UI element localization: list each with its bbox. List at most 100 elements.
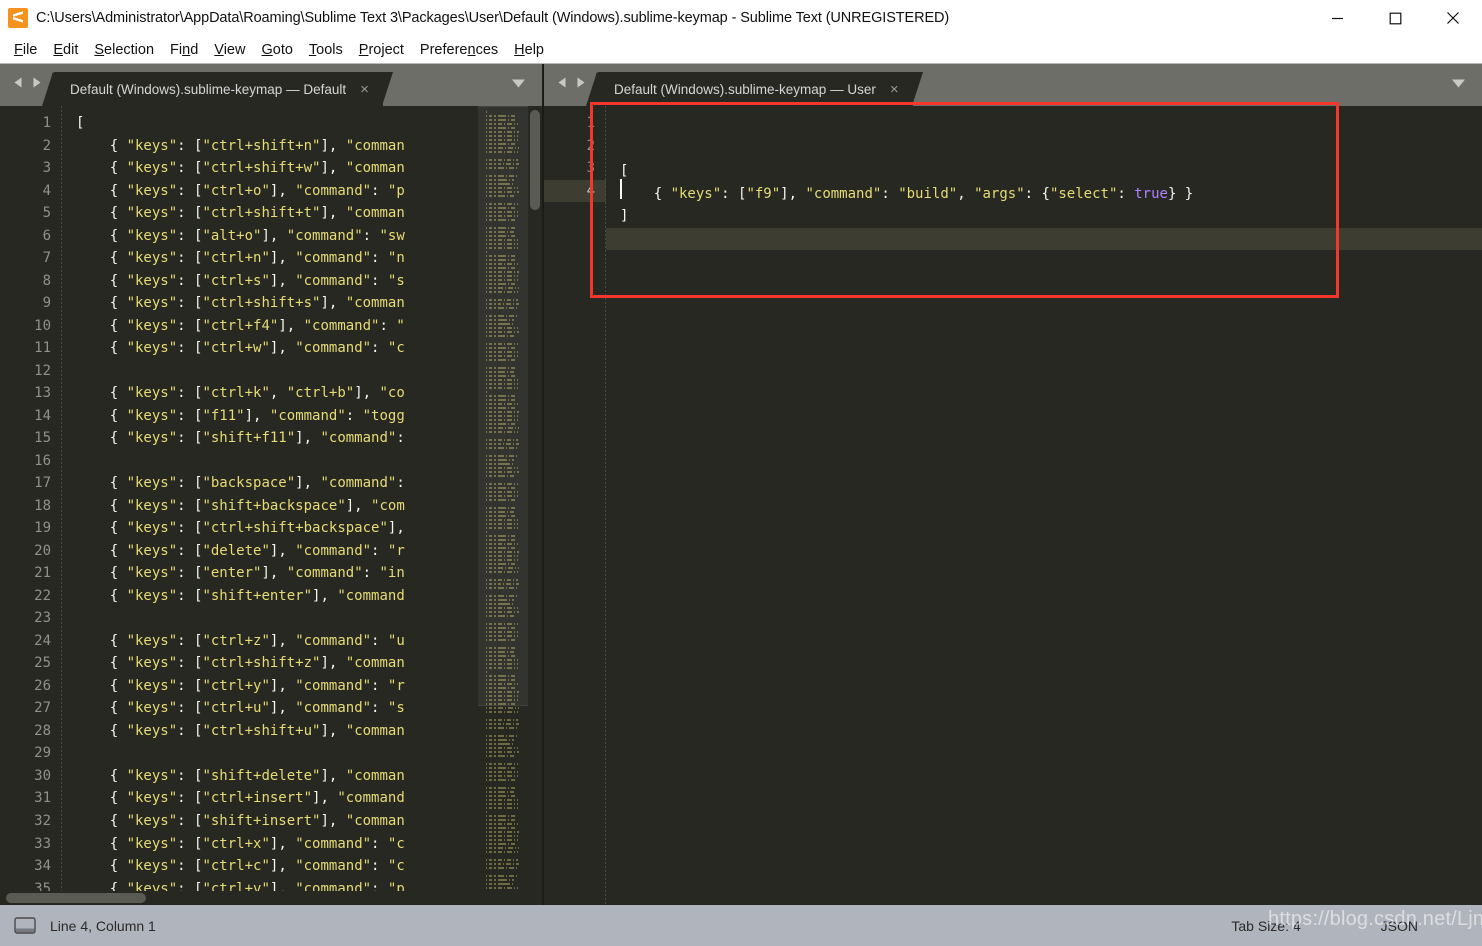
minimap-segment xyxy=(498,799,502,801)
code-token: { xyxy=(76,250,127,267)
minimap-segment xyxy=(494,747,496,749)
menu-item-tools[interactable]: Tools xyxy=(301,40,351,60)
menu-item-preferences[interactable]: Preferences xyxy=(412,40,506,60)
code-token: ], xyxy=(278,317,304,334)
maximize-button[interactable] xyxy=(1366,0,1424,36)
code-token: "backspace" xyxy=(202,475,296,492)
minimap-left[interactable] xyxy=(478,106,528,891)
minimap-segment xyxy=(509,739,510,741)
minimap-segment xyxy=(517,747,518,749)
code-token: ], xyxy=(387,520,405,537)
menu-item-project[interactable]: Project xyxy=(351,40,412,60)
menu-item-edit[interactable]: Edit xyxy=(45,40,86,60)
editor-pane-left: Default (Windows).sublime-keymap — Defau… xyxy=(0,64,542,905)
window-title: C:\Users\Administrator\AppData\Roaming\S… xyxy=(36,10,950,26)
minimap-segment xyxy=(486,863,487,865)
code-token: "u xyxy=(387,632,405,649)
minimap-segment xyxy=(517,711,518,713)
editor-text-area-left[interactable]: 1 2 3 4 5 6 7 8 9 10 11 12 13 14 15 16 17 18 19 20 21 22 23 24 2… xyxy=(0,106,478,891)
minimap-segment xyxy=(494,859,496,861)
menu-item-file[interactable]: File xyxy=(6,40,45,60)
minimap-segment xyxy=(489,863,492,865)
code-token: : [ xyxy=(177,317,203,334)
code-token: "keys" xyxy=(126,700,178,717)
code-token: "command" xyxy=(295,182,372,199)
tab-default-windows-keymap-default[interactable]: Default (Windows).sublime-keymap — Defau… xyxy=(42,72,393,106)
minimize-button[interactable] xyxy=(1308,0,1366,36)
code-token: "command xyxy=(337,587,405,604)
minimap-segment xyxy=(504,831,505,833)
menu-item-find[interactable]: Find xyxy=(162,40,206,60)
close-icon[interactable]: × xyxy=(360,82,369,97)
menu-item-help[interactable]: Help xyxy=(506,40,552,60)
code-token: { xyxy=(76,317,127,334)
code-token: ], xyxy=(261,565,287,582)
minimap-segment xyxy=(489,835,492,837)
minimap-segment xyxy=(494,815,496,817)
menu-item-goto[interactable]: Goto xyxy=(253,40,300,60)
minimap-segment xyxy=(503,863,504,865)
code-token: "ctrl+w" xyxy=(202,340,270,357)
code-line: { "keys": ["ctrl+f4"], "command": " xyxy=(62,315,478,338)
minimap-segment xyxy=(514,887,515,889)
minimap-segment xyxy=(509,735,514,737)
minimap-segment xyxy=(498,863,501,865)
minimap-segment xyxy=(511,843,515,845)
minimap-segment xyxy=(489,739,492,741)
minimap-segment xyxy=(506,727,507,729)
code-token: "keys" xyxy=(126,340,178,357)
minimap-segment xyxy=(494,843,496,845)
code-token: : [ xyxy=(177,520,203,537)
minimap-segment xyxy=(516,867,517,869)
code-token: "ctrl+shift+z" xyxy=(202,655,321,672)
code-token: "keys" xyxy=(126,812,178,829)
code-token: "shift+backspace" xyxy=(202,497,346,514)
code-token: { xyxy=(76,137,127,154)
code-token: "command" xyxy=(295,632,372,649)
code-content-left[interactable]: [ { "keys": ["ctrl+shift+n"], "comman { … xyxy=(62,106,478,891)
code-token: "c xyxy=(387,858,405,875)
code-token: "comman xyxy=(345,767,405,784)
minimap-segment xyxy=(489,883,492,885)
minimap-segment xyxy=(486,887,487,889)
minimap-segment xyxy=(504,851,505,853)
code-token: : xyxy=(396,475,405,492)
minimap-segment xyxy=(504,711,505,713)
close-button[interactable] xyxy=(1424,0,1482,36)
minimap-segment xyxy=(498,763,502,765)
menu-item-selection[interactable]: Selection xyxy=(86,40,162,60)
minimap-segment xyxy=(486,843,487,845)
minimap-segment xyxy=(507,747,512,749)
minimap-segment xyxy=(498,779,506,781)
editor-area-left: 1 2 3 4 5 6 7 8 9 10 11 12 13 14 15 16 17 18 19 20 21 22 23 24 2… xyxy=(0,106,542,891)
code-token: [ xyxy=(76,115,85,131)
code-line: { "keys": ["enter"], "command": "in xyxy=(62,562,478,585)
code-token: "keys" xyxy=(126,520,178,537)
code-token: "f11" xyxy=(202,407,245,424)
code-token: "enter" xyxy=(202,565,262,582)
chevron-left-icon[interactable] xyxy=(12,76,25,94)
code-token: : [ xyxy=(177,205,203,222)
code-token: { xyxy=(76,767,127,784)
minimap-segment xyxy=(489,727,492,729)
window-controls xyxy=(1308,0,1482,36)
code-token: : xyxy=(371,340,388,357)
chevron-down-icon[interactable] xyxy=(511,76,542,106)
line-number: 30 xyxy=(34,767,51,784)
minimap-segment xyxy=(489,787,492,789)
minimap-segment xyxy=(504,763,505,765)
line-number: 11 xyxy=(34,340,51,357)
minimap-segment xyxy=(486,879,487,881)
minimap-segment xyxy=(511,779,515,781)
line-number: 23 xyxy=(34,610,51,627)
minimap-segment xyxy=(498,747,502,749)
code-token: ], xyxy=(312,790,338,807)
code-token: "ctrl+v" xyxy=(202,880,270,891)
minimap-segment xyxy=(489,839,492,841)
code-line: { "keys": ["ctrl+k", "ctrl+b"], "co xyxy=(62,382,478,405)
code-token: "keys" xyxy=(126,858,178,875)
menu-item-view[interactable]: View xyxy=(206,40,253,60)
minimap-segment xyxy=(489,747,492,749)
code-token: , xyxy=(269,385,287,402)
minimap-segment xyxy=(489,779,492,781)
